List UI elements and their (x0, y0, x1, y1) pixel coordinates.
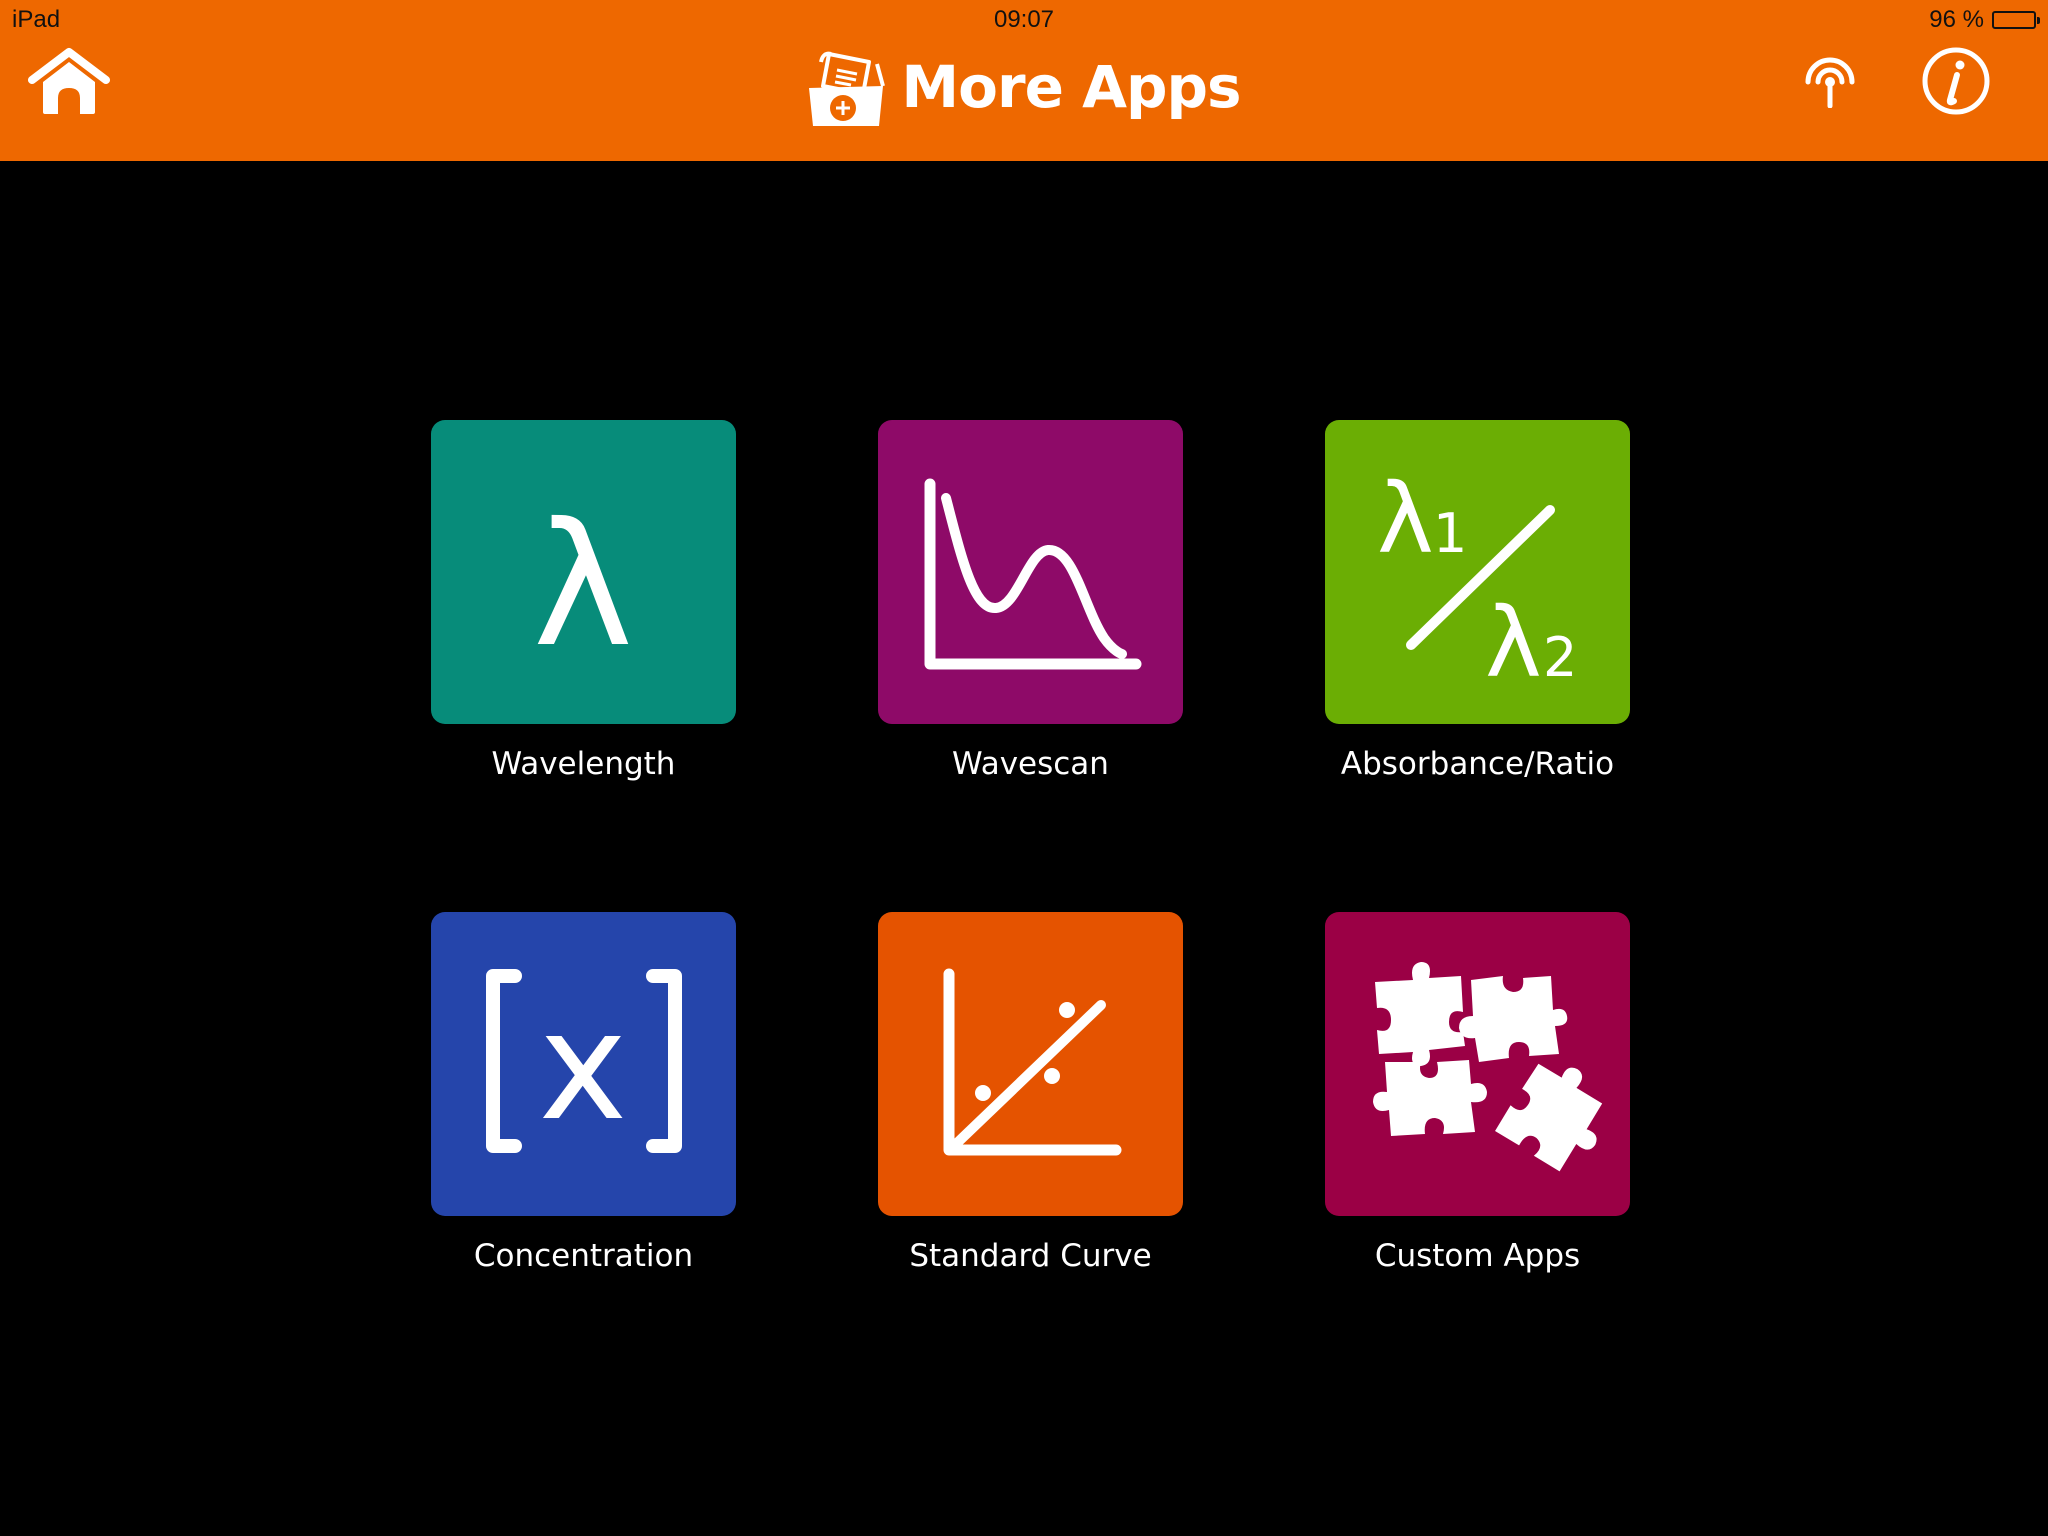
page-title: More Apps (901, 53, 1241, 121)
wavescan-curve-icon (924, 478, 1142, 670)
app-label: Custom Apps (1374, 1238, 1581, 1274)
info-button[interactable] (1921, 46, 1991, 116)
app-icon-box (878, 420, 1183, 724)
subscript-1: 1 (1433, 502, 1467, 565)
lambda-icon: λ (533, 487, 634, 685)
app-icon-box (878, 912, 1183, 1216)
title-group: More Apps (0, 46, 2048, 128)
puzzle-pieces-icon (1373, 962, 1603, 1172)
app-label: Standard Curve (909, 1238, 1152, 1274)
battery-icon (1992, 11, 2040, 29)
app-label: Concentration (473, 1238, 694, 1274)
status-time: 09:07 (993, 6, 1055, 33)
x-glyph: x (539, 980, 628, 1154)
app-icon-box (1325, 912, 1630, 1216)
app-label: Absorbance/Ratio (1340, 746, 1615, 782)
header-bar: iPad 09:07 96 % More Apps (0, 0, 2048, 161)
app-tile-custom-apps[interactable]: Custom Apps (1325, 912, 1630, 1274)
status-battery: 96 % (1929, 6, 2040, 34)
folder-add-icon (809, 51, 886, 126)
app-tile-standard-curve[interactable]: Standard Curve (878, 912, 1183, 1274)
standard-curve-icon (943, 968, 1122, 1156)
subscript-2: 2 (1543, 626, 1577, 689)
lambda-2-glyph: λ (1485, 587, 1542, 699)
app-label: Wavelength (491, 746, 676, 782)
lambda-glyph: λ (533, 487, 634, 685)
app-tile-absorbance-ratio[interactable]: λ 1 λ 2 Absorbance/Ratio (1325, 420, 1630, 782)
lambda-1-glyph: λ (1377, 463, 1434, 575)
app-tile-wavescan[interactable]: Wavescan (878, 420, 1183, 782)
app-icon-box: λ 1 λ 2 (1325, 420, 1630, 724)
bracket-x-icon: x (486, 969, 682, 1154)
app-icon-box: λ (431, 420, 736, 724)
app-tile-concentration[interactable]: x Concentration (431, 912, 736, 1274)
app-label: Wavescan (952, 746, 1109, 782)
info-icon (1922, 47, 1990, 115)
battery-percent: 96 % (1929, 6, 1984, 33)
lambda-ratio-icon: λ 1 λ 2 (1377, 463, 1577, 699)
antenna-icon (1805, 57, 1855, 109)
app-tile-wavelength[interactable]: λ Wavelength (431, 420, 736, 782)
connection-button[interactable] (1800, 52, 1860, 109)
app-icon-box: x (431, 912, 736, 1216)
